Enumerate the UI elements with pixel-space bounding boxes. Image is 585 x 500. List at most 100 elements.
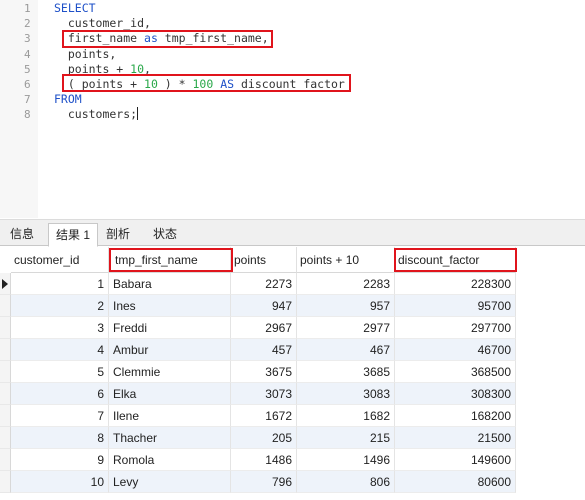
code-text: first_name as tmp_first_name,	[54, 31, 269, 46]
table-row[interactable]: 2 Ines 947 957 95700	[0, 295, 516, 317]
tab-result-1[interactable]: 结果 1	[48, 223, 98, 247]
cell-tmp-first-name[interactable]: Romola	[109, 449, 231, 471]
row-selector[interactable]	[0, 317, 11, 339]
table-row[interactable]: 8 Thacher 205 215 21500	[0, 427, 516, 449]
result-grid[interactable]: customer_id tmp_first_name points points…	[0, 247, 585, 500]
cell-tmp-first-name[interactable]: Freddi	[109, 317, 231, 339]
table-row[interactable]: 9 Romola 1486 1496 149600	[0, 449, 516, 471]
cell-points-plus-10[interactable]: 215	[297, 427, 395, 449]
cell-discount-factor[interactable]: 149600	[395, 449, 516, 471]
column-header-tmp-first-name[interactable]: tmp_first_name	[109, 247, 231, 273]
column-header-points[interactable]: points	[231, 247, 297, 273]
tab-status[interactable]: 状态	[146, 223, 184, 247]
cell-points[interactable]: 2967	[231, 317, 297, 339]
cell-tmp-first-name[interactable]: Ambur	[109, 339, 231, 361]
cell-points-plus-10[interactable]: 957	[297, 295, 395, 317]
table-row[interactable]: 1 Babara 2273 2283 228300	[0, 273, 516, 295]
cell-discount-factor[interactable]: 308300	[395, 383, 516, 405]
cell-customer-id[interactable]: 5	[11, 361, 109, 383]
sql-number: 10	[130, 61, 145, 76]
tab-profile[interactable]: 剖析	[100, 223, 136, 247]
cell-customer-id[interactable]: 7	[11, 405, 109, 427]
cell-customer-id[interactable]: 2	[11, 295, 109, 317]
sql-keyword: FROM	[54, 92, 82, 107]
cell-customer-id[interactable]: 10	[11, 471, 109, 493]
cell-discount-factor[interactable]: 297700	[395, 317, 516, 339]
cell-points[interactable]: 205	[231, 427, 297, 449]
cell-points-plus-10[interactable]: 2977	[297, 317, 395, 339]
code-text: customers;	[54, 107, 139, 122]
sql-token: customers;	[54, 107, 138, 122]
row-selector[interactable]	[0, 273, 11, 295]
line-number: 6	[24, 78, 31, 91]
cell-customer-id[interactable]: 1	[11, 273, 109, 295]
cell-points-plus-10[interactable]: 3083	[297, 383, 395, 405]
cell-points-plus-10[interactable]: 1496	[297, 449, 395, 471]
line-number: 8	[24, 108, 31, 122]
cell-points[interactable]: 947	[231, 295, 297, 317]
cell-tmp-first-name[interactable]: Thacher	[109, 427, 231, 449]
row-selector[interactable]	[0, 339, 11, 361]
cell-discount-factor[interactable]: 368500	[395, 361, 516, 383]
tab-info[interactable]: 信息	[2, 223, 42, 247]
cell-points[interactable]: 3073	[231, 383, 297, 405]
row-selector[interactable]	[0, 449, 11, 471]
cell-tmp-first-name[interactable]: Ines	[109, 295, 231, 317]
cell-tmp-first-name[interactable]: Babara	[109, 273, 231, 295]
cell-points-plus-10[interactable]: 806	[297, 471, 395, 493]
sql-keyword: as	[144, 31, 158, 46]
sql-token: points +	[54, 61, 131, 76]
cell-customer-id[interactable]: 8	[11, 427, 109, 449]
table-row[interactable]: 3 Freddi 2967 2977 297700	[0, 317, 516, 339]
row-selector[interactable]	[0, 427, 11, 449]
cell-tmp-first-name[interactable]: Elka	[109, 383, 231, 405]
cell-points-plus-10[interactable]: 467	[297, 339, 395, 361]
sql-token: discount_factor	[234, 77, 345, 91]
row-selector[interactable]	[0, 405, 11, 427]
column-header-points-plus-10[interactable]: points + 10	[297, 247, 395, 273]
cell-discount-factor[interactable]: 168200	[395, 405, 516, 427]
cell-points[interactable]: 1672	[231, 405, 297, 427]
sql-token: ) *	[157, 77, 193, 91]
table-row[interactable]: 7 Ilene 1672 1682 168200	[0, 405, 516, 427]
cell-discount-factor[interactable]: 21500	[395, 427, 516, 449]
table-row[interactable]: 4 Ambur 457 467 46700	[0, 339, 516, 361]
cell-discount-factor[interactable]: 95700	[395, 295, 516, 317]
sql-token: first_name	[54, 31, 145, 46]
current-row-arrow-icon	[2, 279, 8, 289]
cell-tmp-first-name[interactable]: Clemmie	[109, 361, 231, 383]
table-row[interactable]: 10 Levy 796 806 80600	[0, 471, 516, 493]
row-selector[interactable]	[0, 361, 11, 383]
sql-token: ,	[144, 61, 151, 76]
sql-keyword: AS	[220, 77, 235, 91]
row-selector[interactable]	[0, 295, 11, 317]
row-selector[interactable]	[0, 471, 11, 493]
line-number: 5	[24, 62, 31, 76]
cell-customer-id[interactable]: 4	[11, 339, 109, 361]
line-number: 2	[24, 17, 31, 31]
cell-discount-factor[interactable]: 80600	[395, 471, 516, 493]
cell-tmp-first-name[interactable]: Ilene	[109, 405, 231, 427]
column-header-discount-factor[interactable]: discount_factor	[395, 247, 516, 273]
cell-points-plus-10[interactable]: 3685	[297, 361, 395, 383]
cell-points[interactable]: 3675	[231, 361, 297, 383]
cell-customer-id[interactable]: 6	[11, 383, 109, 405]
cell-discount-factor[interactable]: 46700	[395, 339, 516, 361]
row-selector[interactable]	[0, 383, 11, 405]
table-row[interactable]: 6 Elka 3073 3083 308300	[0, 383, 516, 405]
cell-customer-id[interactable]: 9	[11, 449, 109, 471]
table-row[interactable]: 5 Clemmie 3675 3685 368500	[0, 361, 516, 383]
cell-tmp-first-name[interactable]: Levy	[109, 471, 231, 493]
cell-points[interactable]: 796	[231, 471, 297, 493]
column-header-customer-id[interactable]: customer_id	[11, 247, 109, 273]
cell-points[interactable]: 2273	[231, 273, 297, 295]
cell-points[interactable]: 1486	[231, 449, 297, 471]
sql-editor[interactable]: 1 SELECT 2 customer_id, 3 first_name as tmp…	[0, 0, 585, 218]
sql-token: ( points +	[54, 77, 145, 91]
cell-points-plus-10[interactable]: 1682	[297, 405, 395, 427]
result-tab-bar: 信息 结果 1 剖析 状态	[0, 219, 585, 247]
cell-discount-factor[interactable]: 228300	[395, 273, 516, 295]
cell-points[interactable]: 457	[231, 339, 297, 361]
cell-customer-id[interactable]: 3	[11, 317, 109, 339]
cell-points-plus-10[interactable]: 2283	[297, 273, 395, 295]
